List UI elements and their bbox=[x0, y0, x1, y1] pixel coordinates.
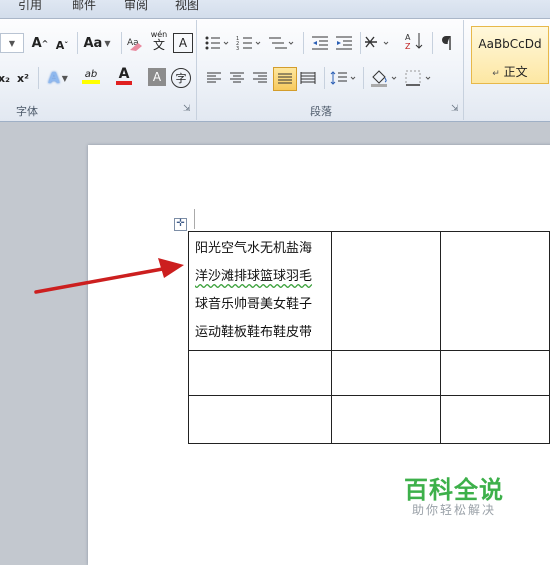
arrow-head bbox=[158, 258, 184, 278]
annotation-arrow bbox=[34, 258, 184, 294]
arrow-shaft bbox=[34, 266, 170, 294]
watermark-subtitle: 助你轻松解决 bbox=[412, 503, 497, 517]
watermark-title: 百科全说 bbox=[404, 476, 504, 504]
